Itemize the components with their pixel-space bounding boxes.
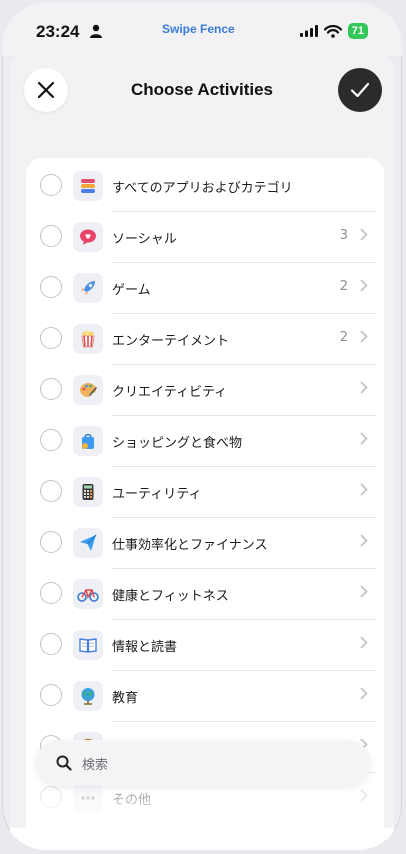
select-radio[interactable]	[40, 327, 62, 349]
battery-indicator: 71	[347, 23, 368, 39]
select-radio[interactable]	[40, 786, 62, 808]
select-radio[interactable]	[40, 633, 62, 655]
person-icon	[90, 24, 102, 38]
chevron-right-icon	[360, 534, 368, 547]
item-label: 健康とフィットネス	[112, 589, 229, 604]
item-label: その他	[112, 793, 152, 808]
checkmark-icon	[350, 82, 370, 98]
chevron-right-icon	[360, 330, 368, 343]
item-label: ゲーム	[112, 283, 151, 298]
item-label: ソーシャル	[112, 232, 177, 247]
wifi-icon	[323, 24, 342, 38]
item-count: 3	[339, 228, 348, 243]
list-item-productivity-finance[interactable]: 仕事効率化とファイナンス	[26, 518, 384, 569]
select-radio[interactable]	[40, 276, 62, 298]
item-label: すべてのアプリおよびカテゴリ	[112, 181, 293, 196]
search-input[interactable]: 検索	[82, 754, 108, 773]
item-count: 2	[339, 279, 348, 294]
stack-icon	[73, 171, 103, 201]
chevron-right-icon	[360, 636, 368, 649]
chevron-right-icon	[360, 789, 368, 802]
book-icon	[73, 630, 103, 660]
chevron-right-icon	[360, 687, 368, 700]
item-label: 教育	[112, 691, 139, 706]
shopping-bag-icon	[73, 426, 103, 456]
chevron-right-icon	[360, 483, 368, 496]
select-radio[interactable]	[40, 531, 62, 553]
bicycle-icon	[73, 579, 103, 609]
done-button[interactable]	[338, 68, 382, 112]
paper-plane-icon	[73, 528, 103, 558]
search-bar[interactable]: 検索	[36, 740, 370, 786]
select-radio[interactable]	[40, 429, 62, 451]
item-label: エンターテイメント	[112, 334, 230, 349]
item-label: 情報と読書	[112, 640, 178, 655]
list-item-all-apps[interactable]: すべてのアプリおよびカテゴリ	[26, 161, 384, 212]
item-label: クリエイティビティ	[112, 385, 228, 400]
list-item-games[interactable]: ゲーム 2	[26, 263, 384, 314]
more-dots-icon	[73, 783, 103, 813]
chevron-right-icon	[360, 585, 368, 598]
popcorn-icon	[73, 324, 103, 354]
list-item-health-fitness[interactable]: 健康とフィットネス	[26, 569, 384, 620]
list-item-social[interactable]: ソーシャル 3	[26, 212, 384, 263]
phone-frame: 23:24 Swipe Fence 71 Choose Activities す…	[2, 2, 402, 850]
list-item-education[interactable]: 教育	[26, 671, 384, 722]
select-radio[interactable]	[40, 225, 62, 247]
select-radio[interactable]	[40, 174, 62, 196]
status-time: 23:24	[36, 22, 80, 41]
sheet-header: Choose Activities	[10, 52, 394, 132]
activity-picker-sheet: Choose Activities すべてのアプリおよびカテゴリ ソーシャル 3…	[10, 52, 394, 850]
item-label: ユーティリティ	[112, 487, 202, 502]
palette-icon	[73, 375, 103, 405]
page-title: Choose Activities	[130, 80, 274, 99]
chat-bubble-heart-icon	[73, 222, 103, 252]
chevron-right-icon	[360, 228, 368, 241]
item-label: 仕事効率化とファイナンス	[112, 538, 268, 553]
list-item-news-reading[interactable]: 情報と読書	[26, 620, 384, 671]
item-label: ショッピングと食べ物	[112, 436, 243, 451]
select-radio[interactable]	[40, 480, 62, 502]
status-indicators: 71	[299, 23, 368, 39]
rocket-icon	[73, 273, 103, 303]
list-item-shopping-food[interactable]: ショッピングと食べ物	[26, 416, 384, 467]
list-item-entertainment[interactable]: エンターテイメント 2	[26, 314, 384, 365]
select-radio[interactable]	[40, 582, 62, 604]
status-app-name: Swipe Fence	[162, 22, 235, 36]
list-item-creativity[interactable]: クリエイティビティ	[26, 365, 384, 416]
chevron-right-icon	[360, 381, 368, 394]
select-radio[interactable]	[40, 684, 62, 706]
cellular-signal-icon	[299, 25, 318, 37]
bottom-area	[10, 828, 394, 850]
list-item-utilities[interactable]: ユーティリティ	[26, 467, 384, 518]
search-icon	[56, 755, 72, 771]
select-radio[interactable]	[40, 378, 62, 400]
chevron-right-icon	[360, 432, 368, 445]
calculator-icon	[73, 477, 103, 507]
item-count: 2	[339, 330, 348, 345]
chevron-right-icon	[360, 279, 368, 292]
globe-icon	[73, 681, 103, 711]
status-bar: 23:24 Swipe Fence 71	[2, 2, 402, 56]
